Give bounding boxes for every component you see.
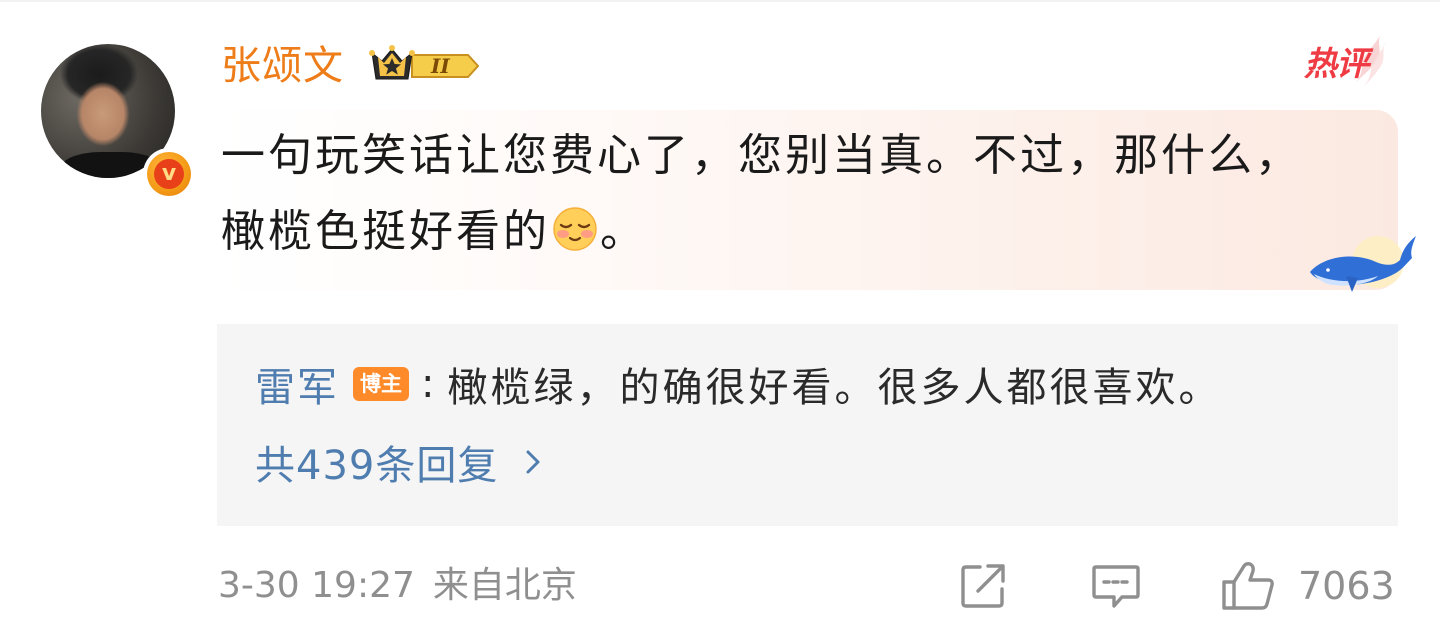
- comment-text-part2: 。: [600, 206, 647, 257]
- reply-preview-box[interactable]: 雷军 博主 : 橄榄绿，的确很好看。很多人都很喜欢。 共439条回复: [217, 324, 1398, 526]
- comment-button[interactable]: [1090, 560, 1142, 612]
- thumbs-up-icon: [1222, 562, 1274, 610]
- repost-button[interactable]: [958, 560, 1008, 612]
- chevron-right-icon: [526, 450, 540, 474]
- reply-author-name[interactable]: 雷军: [255, 355, 339, 413]
- author-name[interactable]: 张颂文: [221, 38, 344, 94]
- comment-content: 一句玩笑话让您费心了，您别当真。不过，那什么，橄榄色挺好看的 。: [221, 118, 1341, 270]
- comment-meta: 3-30 19:27 来自北京: [218, 558, 577, 614]
- location: 来自北京: [432, 565, 577, 606]
- reply-preview-line: 雷军 博主 : 橄榄绿，的确很好看。很多人都很喜欢。: [255, 355, 1222, 413]
- like-button[interactable]: 7063: [1220, 560, 1395, 612]
- verified-badge-icon: v: [143, 148, 195, 200]
- timestamp: 3-30 19:27: [218, 565, 415, 606]
- blogger-badge: 博主: [353, 367, 409, 401]
- crown-level-icon: II: [369, 45, 480, 80]
- blush-emoji-icon: [553, 207, 597, 251]
- hot-comment-label: 热评: [1304, 44, 1369, 83]
- comment-icon: [1092, 565, 1140, 608]
- view-replies-link[interactable]: 共439条回复: [255, 436, 544, 489]
- reply-text: 橄榄绿，的确很好看。很多人都很喜欢。: [447, 365, 1222, 411]
- divider: [0, 0, 1440, 2]
- comment-text-part1: 一句玩笑话让您费心了，您别当真。不过，那什么，橄榄色挺好看的: [221, 130, 1302, 257]
- like-count: 7063: [1298, 564, 1395, 608]
- avatar[interactable]: v: [41, 44, 195, 200]
- reply-count-label: 共439条回复: [255, 443, 499, 489]
- whale-icon: [1310, 236, 1416, 292]
- comment-card: v 张颂文 II 热评 一句玩笑话让您费心了，您别当真。不过，那什么，橄榄色挺好…: [0, 0, 1440, 642]
- hot-comment-tag: 热评: [1300, 30, 1390, 90]
- repost-icon: [961, 564, 1005, 608]
- reply-separator: :: [421, 361, 438, 407]
- svg-text:II: II: [430, 54, 450, 78]
